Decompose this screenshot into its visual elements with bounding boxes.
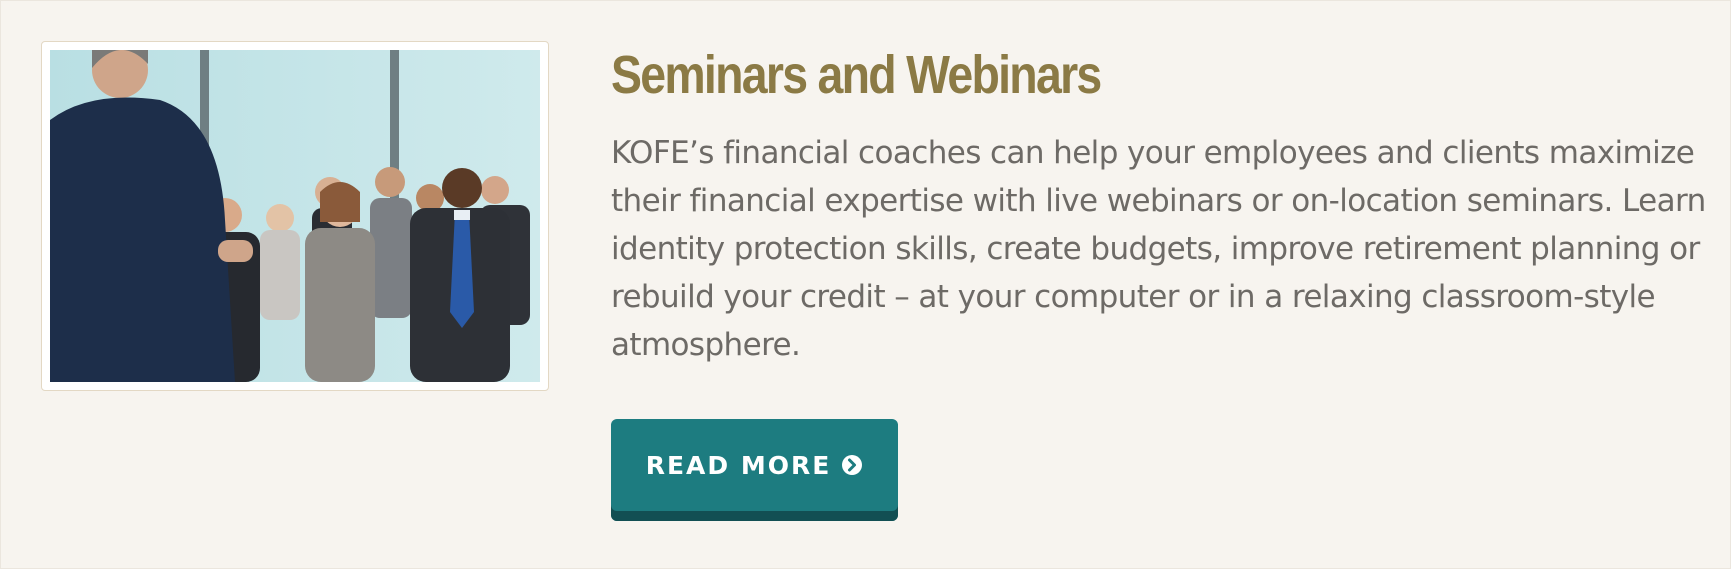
circle-chevron-right-icon: [841, 454, 863, 476]
seminar-photo-frame: [41, 41, 549, 391]
seminars-card: Seminars and Webinars KOFE’s financial c…: [0, 0, 1731, 569]
read-more-button[interactable]: READ MORE: [611, 419, 898, 521]
section-description: KOFE’s financial coaches can help your e…: [611, 135, 1706, 363]
seminar-photo: [50, 50, 540, 382]
read-more-label: READ MORE: [645, 450, 832, 480]
section-title: Seminars and Webinars: [611, 45, 1102, 105]
